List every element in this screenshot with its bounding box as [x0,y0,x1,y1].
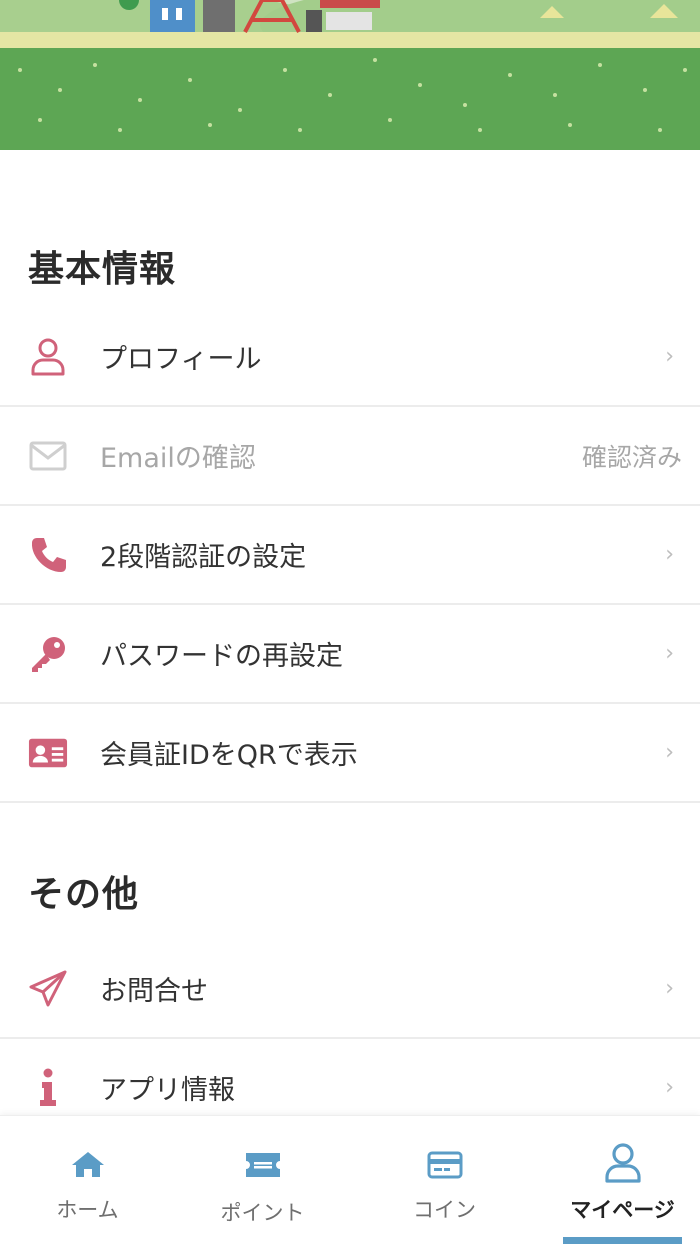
menu-item-profile[interactable]: プロフィール › [0,308,700,407]
verified-status: 確認済み [581,442,682,472]
menu-item-password-reset[interactable]: パスワードの再設定 › [0,605,700,704]
tab-mypage[interactable]: マイページ [535,1116,700,1244]
header-illustration [0,0,700,150]
home-icon [71,1150,105,1182]
section-title-other: その他 [28,874,140,915]
chevron-right-icon: › [665,740,674,765]
id-card-icon [28,733,68,773]
menu-item-label: 会員証IDをQRで表示 [100,740,358,771]
menu-item-label: アプリ情報 [100,1075,235,1106]
menu-item-label: パスワードの再設定 [100,641,343,672]
ticket-icon [245,1152,281,1182]
chevron-right-icon: › [665,1075,674,1100]
paper-plane-icon [28,969,68,1009]
chevron-right-icon: › [665,976,674,1001]
chevron-right-icon: › [665,344,674,369]
tab-coins[interactable]: コイン [357,1116,532,1244]
tab-label: マイページ [570,1198,675,1222]
tab-label: コイン [413,1198,476,1222]
phone-icon [28,535,68,575]
menu-item-member-qr[interactable]: 会員証IDをQRで表示 › [0,704,700,803]
chevron-right-icon: › [665,641,674,666]
menu-item-label: 2段階認証の設定 [100,542,307,573]
user-icon [28,337,68,377]
section-title-basic-info: 基本情報 [28,249,177,290]
menu-item-two-factor[interactable]: 2段階認証の設定 › [0,506,700,605]
tab-points[interactable]: ポイント [175,1116,350,1244]
envelope-icon [28,436,68,476]
menu-item-label: Emailの確認 [100,443,256,474]
chevron-right-icon: › [665,542,674,567]
menu-item-email-confirmation: Emailの確認 確認済み [0,407,700,506]
card-icon [427,1151,463,1183]
menu-item-label: お問合せ [100,976,208,1007]
tab-label: ホーム [56,1198,119,1222]
menu-item-label: プロフィール [100,344,262,375]
menu-item-contact[interactable]: お問合せ › [0,940,700,1039]
bottom-tab-bar: ホーム ポイント コイン マイページ [0,1115,700,1244]
active-tab-indicator [563,1237,682,1244]
key-icon [28,634,68,674]
tab-label: ポイント [220,1201,305,1225]
tab-home[interactable]: ホーム [0,1116,175,1244]
user-icon [604,1142,642,1188]
info-icon [28,1068,68,1108]
